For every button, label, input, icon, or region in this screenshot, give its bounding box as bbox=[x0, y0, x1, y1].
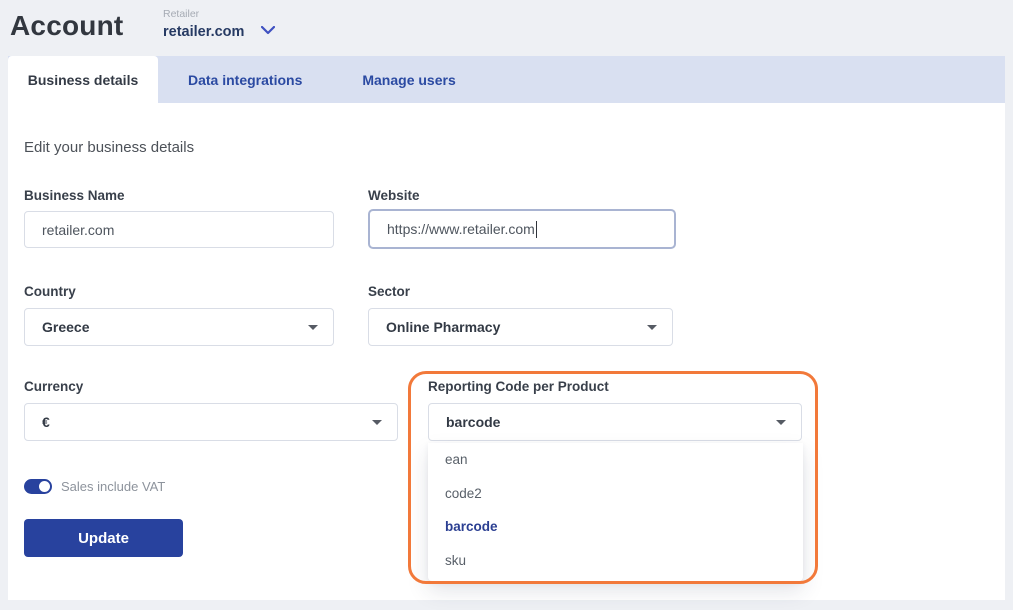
sector-label: Sector bbox=[368, 284, 410, 299]
vat-toggle-label: Sales include VAT bbox=[61, 479, 165, 494]
tab-data-integrations[interactable]: Data integrations bbox=[158, 56, 332, 103]
page-header: Account Retailer retailer.com bbox=[0, 0, 1013, 56]
dropdown-arrow-icon bbox=[372, 420, 382, 425]
section-heading: Edit your business details bbox=[24, 139, 194, 156]
dropdown-arrow-icon bbox=[776, 420, 786, 425]
tab-business-details[interactable]: Business details bbox=[8, 56, 158, 103]
vat-toggle-row: Sales include VAT bbox=[24, 479, 165, 494]
sector-select[interactable]: Online Pharmacy bbox=[368, 308, 673, 346]
reporting-code-select[interactable]: barcode bbox=[428, 403, 802, 441]
website-label: Website bbox=[368, 188, 420, 203]
update-button[interactable]: Update bbox=[24, 519, 183, 557]
business-name-value: retailer.com bbox=[42, 222, 114, 238]
text-caret bbox=[536, 221, 537, 238]
country-value: Greece bbox=[42, 319, 89, 335]
business-details-panel: Edit your business details Business Name… bbox=[8, 103, 1005, 600]
currency-label: Currency bbox=[24, 379, 83, 394]
page-title: Account bbox=[10, 10, 123, 42]
business-name-input[interactable]: retailer.com bbox=[24, 211, 334, 248]
dropdown-arrow-icon bbox=[308, 325, 318, 330]
currency-select[interactable]: € bbox=[24, 403, 398, 441]
option-ean[interactable]: ean bbox=[428, 443, 803, 477]
option-barcode[interactable]: barcode bbox=[428, 510, 803, 544]
reporting-code-value: barcode bbox=[446, 414, 500, 430]
dropdown-arrow-icon bbox=[647, 325, 657, 330]
website-input[interactable]: https://www.retailer.com bbox=[368, 209, 676, 249]
reporting-code-options-menu: ean code2 barcode sku bbox=[428, 443, 803, 581]
reporting-code-label: Reporting Code per Product bbox=[428, 379, 609, 394]
country-label: Country bbox=[24, 284, 76, 299]
account-name: retailer.com bbox=[163, 24, 244, 40]
business-name-label: Business Name bbox=[24, 188, 125, 203]
vat-toggle[interactable] bbox=[24, 479, 52, 494]
country-select[interactable]: Greece bbox=[24, 308, 334, 346]
tab-bar: Business details Data integrations Manag… bbox=[8, 56, 1005, 103]
option-sku[interactable]: sku bbox=[428, 544, 803, 578]
tab-manage-users[interactable]: Manage users bbox=[332, 56, 485, 103]
chevron-down-icon bbox=[261, 22, 275, 40]
sector-value: Online Pharmacy bbox=[386, 319, 500, 335]
website-value: https://www.retailer.com bbox=[387, 221, 535, 237]
account-switcher[interactable]: Retailer retailer.com bbox=[163, 8, 275, 41]
toggle-knob bbox=[39, 481, 50, 492]
account-role-label: Retailer bbox=[163, 8, 275, 20]
currency-value: € bbox=[42, 414, 50, 430]
option-code2[interactable]: code2 bbox=[428, 477, 803, 511]
